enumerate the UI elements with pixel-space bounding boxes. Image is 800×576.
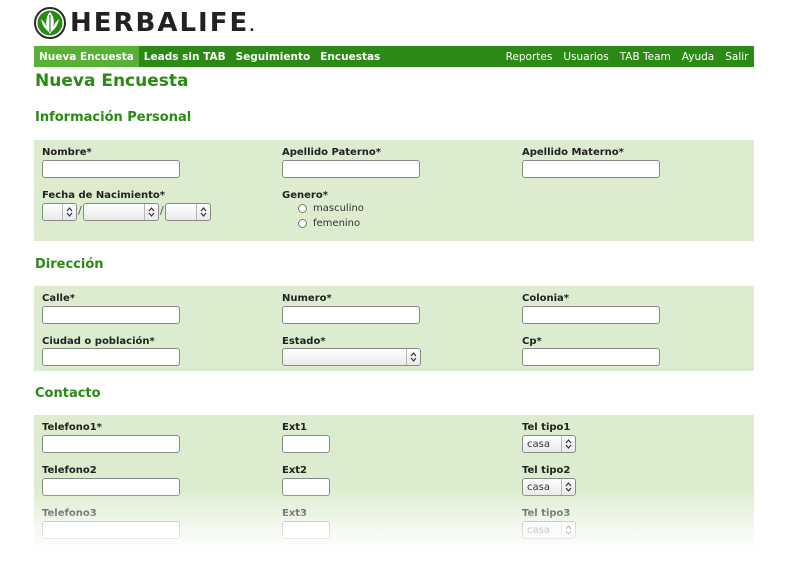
radio-circle[interactable] xyxy=(298,219,307,228)
radio-masculino[interactable]: masculino xyxy=(298,203,364,214)
estado-select[interactable] xyxy=(282,348,421,366)
tel-tipo2-value: casa xyxy=(527,481,550,493)
ext2-input[interactable] xyxy=(282,478,330,496)
label-telefono3: Telefono3 xyxy=(42,508,97,519)
label-ext3: Ext3 xyxy=(282,508,308,519)
updown-arrows-icon xyxy=(561,436,575,452)
section-title-direccion: Dirección xyxy=(35,257,104,272)
telefono3-input[interactable] xyxy=(42,521,180,539)
updown-arrows-icon xyxy=(196,204,210,220)
label-ext1: Ext1 xyxy=(282,422,308,433)
label-tel-tipo2: Tel tipo2 xyxy=(522,465,571,476)
birth-year-select[interactable] xyxy=(165,203,211,221)
colonia-input[interactable] xyxy=(522,306,660,324)
nav-ayuda[interactable]: Ayuda xyxy=(676,46,719,67)
numero-input[interactable] xyxy=(282,306,420,324)
label-tel-tipo1: Tel tipo1 xyxy=(522,422,571,433)
nombre-input[interactable] xyxy=(42,160,180,178)
radio-label-femenino: femenino xyxy=(313,218,361,229)
date-separator: / xyxy=(160,204,164,217)
tel-tipo3-value: casa xyxy=(527,524,550,536)
panel-contacto: Telefono1* Ext1 Tel tipo1 casa Telefono2… xyxy=(34,415,754,545)
nav-seguimiento[interactable]: Seguimiento xyxy=(231,46,316,67)
herbalife-leaf-icon xyxy=(34,7,66,39)
apellido-materno-input[interactable] xyxy=(522,160,660,178)
label-ciudad: Ciudad o población* xyxy=(42,336,155,347)
label-numero: Numero* xyxy=(282,293,332,304)
apellido-paterno-input[interactable] xyxy=(282,160,420,178)
telefono2-input[interactable] xyxy=(42,478,180,496)
tel-tipo3-select[interactable]: casa xyxy=(522,521,576,539)
section-title-contacto: Contacto xyxy=(35,386,101,401)
radio-circle[interactable] xyxy=(298,204,307,213)
nav-leads-sin-tab[interactable]: Leads sin TAB xyxy=(139,46,231,67)
panel-direccion: Calle* Numero* Colonia* Ciudad o poblaci… xyxy=(34,286,754,371)
tel-tipo1-select[interactable]: casa xyxy=(522,435,576,453)
updown-arrows-icon xyxy=(144,204,158,220)
label-estado: Estado* xyxy=(282,336,326,347)
tel-tipo1-value: casa xyxy=(527,438,550,450)
herbalife-logo: HERBALIFE. xyxy=(34,6,257,40)
page-title: Nueva Encuesta xyxy=(35,71,189,91)
radio-label-masculino: masculino xyxy=(313,203,364,214)
label-fecha-nacimiento: Fecha de Nacimiento* xyxy=(42,190,166,201)
birth-day-select[interactable] xyxy=(42,203,77,221)
updown-arrows-icon xyxy=(62,204,76,220)
label-ext2: Ext2 xyxy=(282,465,308,476)
ext1-input[interactable] xyxy=(282,435,330,453)
birth-month-select[interactable] xyxy=(83,203,159,221)
label-telefono1: Telefono1* xyxy=(42,422,102,433)
calle-input[interactable] xyxy=(42,306,180,324)
date-separator: / xyxy=(78,204,82,217)
label-nombre: Nombre* xyxy=(42,147,92,158)
section-title-personal: Información Personal xyxy=(35,110,192,125)
label-apellido-materno: Apellido Materno* xyxy=(522,147,624,158)
brand-name: HERBALIFE. xyxy=(70,8,257,38)
cp-input[interactable] xyxy=(522,348,660,366)
label-calle: Calle* xyxy=(42,293,75,304)
nav-reportes[interactable]: Reportes xyxy=(500,46,558,67)
updown-arrows-icon xyxy=(561,479,575,495)
ext3-input[interactable] xyxy=(282,521,330,539)
label-tel-tipo3: Tel tipo3 xyxy=(522,508,571,519)
label-apellido-paterno: Apellido Paterno* xyxy=(282,147,381,158)
radio-femenino[interactable]: femenino xyxy=(298,218,360,229)
label-genero: Genero* xyxy=(282,190,328,201)
updown-arrows-icon xyxy=(561,522,575,538)
label-cp: Cp* xyxy=(522,336,542,347)
nav-encuestas[interactable]: Encuestas xyxy=(315,46,385,67)
nav-usuarios[interactable]: Usuarios xyxy=(558,46,614,67)
label-colonia: Colonia* xyxy=(522,293,570,304)
nav-nueva-encuesta[interactable]: Nueva Encuesta xyxy=(34,46,139,67)
label-telefono2: Telefono2 xyxy=(42,465,97,476)
ciudad-input[interactable] xyxy=(42,348,180,366)
nav-salir[interactable]: Salir xyxy=(720,46,754,67)
panel-personal: Nombre* Apellido Paterno* Apellido Mater… xyxy=(34,140,754,241)
main-nav: Nueva Encuesta Leads sin TAB Seguimiento… xyxy=(34,46,754,67)
updown-arrows-icon xyxy=(406,349,420,365)
tel-tipo2-select[interactable]: casa xyxy=(522,478,576,496)
telefono1-input[interactable] xyxy=(42,435,180,453)
nav-tab-team[interactable]: TAB Team xyxy=(614,46,676,67)
